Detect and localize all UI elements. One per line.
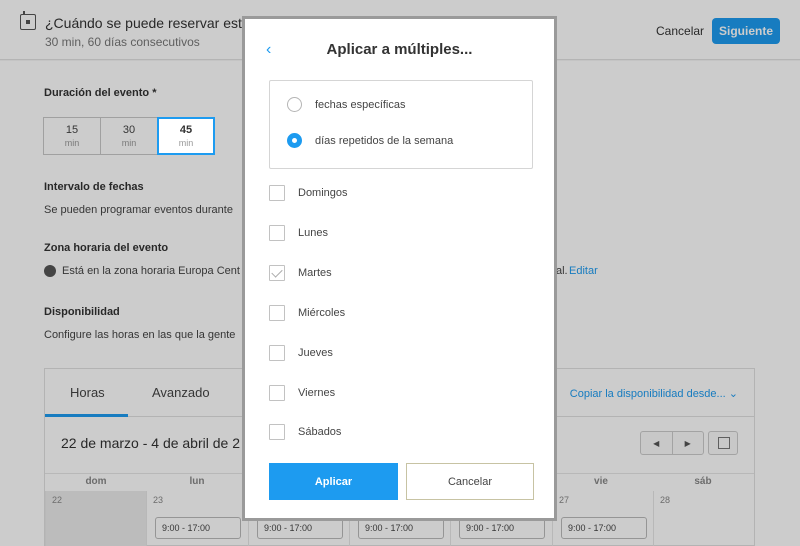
- dialog-title: Aplicar a múltiples...: [326, 41, 473, 58]
- weekday-friday[interactable]: Viernes: [269, 385, 335, 401]
- duration-unit: min: [178, 138, 194, 148]
- checkbox-label: Martes: [298, 267, 332, 279]
- apply-button[interactable]: Aplicar: [269, 463, 398, 500]
- checkbox-label: Lunes: [298, 227, 328, 239]
- checkbox-label: Miércoles: [298, 307, 346, 319]
- checkbox[interactable]: [269, 225, 285, 241]
- radio-label: fechas específicas: [315, 98, 406, 111]
- checkbox-label: Viernes: [298, 387, 336, 399]
- checkbox[interactable]: [269, 305, 285, 321]
- checkbox[interactable]: [269, 185, 285, 201]
- checkbox-label: Domingos: [298, 187, 348, 199]
- radio-button[interactable]: [287, 97, 302, 112]
- radio-button-checked[interactable]: [287, 133, 302, 148]
- radio-label: días repetidos de la semana: [315, 134, 454, 147]
- weekday-saturday[interactable]: Sábados: [269, 424, 341, 440]
- weekday-sunday[interactable]: Domingos: [269, 185, 348, 201]
- duration-option-45[interactable]: 45 min: [157, 117, 215, 155]
- apply-multiple-dialog: ‹ Aplicar a múltiples... fechas específi…: [242, 16, 557, 521]
- checkbox[interactable]: [269, 345, 285, 361]
- weekday-tuesday[interactable]: Martes: [269, 265, 332, 281]
- weekday-wednesday[interactable]: Miércoles: [269, 305, 345, 321]
- checkbox[interactable]: [269, 424, 285, 440]
- checkbox-checked[interactable]: [269, 265, 285, 281]
- radio-repeated-weekdays[interactable]: días repetidos de la semana: [287, 133, 453, 148]
- checkbox-label: Sábados: [298, 426, 342, 438]
- duration-value: 45: [179, 124, 193, 136]
- cancel-button[interactable]: Cancelar: [406, 463, 534, 500]
- weekday-thursday[interactable]: Jueves: [269, 345, 333, 361]
- radio-specific-dates[interactable]: fechas específicas: [287, 97, 406, 112]
- apply-mode-group: fechas específicas días repetidos de la …: [269, 80, 533, 169]
- checkbox-label: Jueves: [298, 347, 333, 359]
- checkbox[interactable]: [269, 385, 285, 401]
- weekday-monday[interactable]: Lunes: [269, 225, 328, 241]
